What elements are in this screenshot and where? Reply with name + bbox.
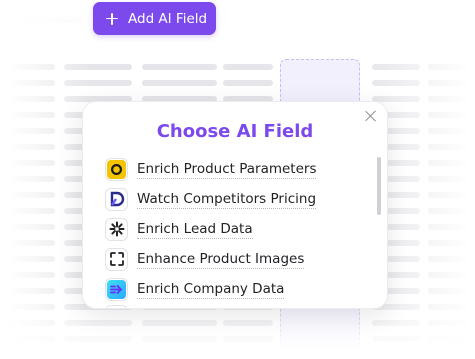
placeholder-cell (428, 80, 475, 86)
list-item-enhance-product-images[interactable]: Enhance Product Images (105, 244, 365, 274)
placeholder-cell (372, 336, 420, 342)
plus-icon (106, 12, 118, 25)
item-label: Enrich Company Data (137, 280, 285, 299)
d-logo-icon (105, 187, 128, 211)
placeholder-cell (142, 336, 217, 342)
placeholder-cell (142, 64, 217, 70)
placeholder-cell (0, 64, 55, 70)
placeholder-cell (0, 80, 55, 86)
placeholder-cell (223, 352, 273, 358)
placeholder-cell (428, 304, 475, 310)
placeholder-cell (372, 320, 420, 326)
placeholder-cell (0, 336, 55, 342)
yellow-o-icon (105, 157, 128, 181)
placeholder-cell (223, 320, 273, 326)
choose-ai-field-dialog: Choose AI Field Enrich Product Parameter… (82, 101, 388, 309)
placeholder-cell (0, 304, 55, 310)
placeholder-cell (0, 208, 55, 214)
placeholder-cell (428, 144, 475, 150)
placeholder-cell (64, 64, 132, 70)
placeholder-cell (0, 144, 55, 150)
placeholder-cell (64, 336, 132, 342)
item-label: Enrich Lead Data (137, 220, 253, 239)
arrow-logo-icon (105, 277, 128, 301)
placeholder-cell (0, 288, 55, 294)
placeholder-cell (428, 128, 475, 134)
list-item-enrich-lead-data[interactable]: Enrich Lead Data (105, 214, 365, 244)
placeholder-cell (428, 176, 475, 182)
placeholder-cell (372, 64, 420, 70)
placeholder-cell (64, 320, 132, 326)
frame-icon (105, 247, 128, 271)
placeholder-cell (0, 160, 55, 166)
placeholder-cell (0, 256, 55, 262)
dialog-title: Choose AI Field (156, 121, 314, 142)
placeholder-cell (428, 320, 475, 326)
placeholder-cell (428, 224, 475, 230)
placeholder-cell (0, 176, 55, 182)
placeholder-cell (0, 128, 55, 134)
placeholder-cell (223, 336, 273, 342)
placeholder-cell (223, 80, 273, 86)
scrollbar[interactable] (377, 157, 381, 215)
list-item-enrich-product-parameters[interactable]: Enrich Product Parameters (105, 154, 365, 184)
placeholder-cell (0, 112, 55, 118)
header-placeholder (12, 14, 82, 23)
placeholder-cell (428, 256, 475, 262)
placeholder-cell (428, 272, 475, 278)
placeholder-cell (428, 192, 475, 198)
sparkle-icon (105, 217, 128, 241)
placeholder-cell (428, 96, 475, 102)
list-item-enrich-company-data[interactable]: Enrich Company Data (105, 274, 365, 304)
placeholder-cell (0, 224, 55, 230)
placeholder-cell (428, 64, 475, 70)
placeholder-cell (0, 352, 55, 358)
placeholder-cell (428, 208, 475, 214)
placeholder-cell (428, 112, 475, 118)
item-label: Watch Competitors Pricing (137, 190, 317, 209)
placeholder-cell (428, 352, 475, 358)
ai-field-list: Enrich Product Parameters Watch Competit… (105, 154, 365, 304)
placeholder-cell (142, 352, 217, 358)
placeholder-cell (64, 352, 132, 358)
placeholder-cell (0, 240, 55, 246)
placeholder-cell (428, 160, 475, 166)
placeholder-cell (428, 288, 475, 294)
item-label: Enhance Product Images (137, 250, 305, 269)
add-ai-field-label: Add AI Field (128, 10, 208, 27)
list-item-watch-competitors-pricing[interactable]: Watch Competitors Pricing (105, 184, 365, 214)
placeholder-cell (142, 80, 217, 86)
placeholder-cell (428, 240, 475, 246)
placeholder-cell (0, 272, 55, 278)
placeholder-cell (223, 64, 273, 70)
next-item-peek (105, 305, 128, 308)
placeholder-cell (372, 80, 420, 86)
item-label: Enrich Product Parameters (137, 160, 317, 179)
placeholder-cell (142, 320, 217, 326)
placeholder-cell (0, 320, 55, 326)
placeholder-cell (0, 192, 55, 198)
placeholder-cell (0, 96, 55, 102)
add-ai-field-button[interactable]: Add AI Field (93, 2, 216, 35)
placeholder-cell (372, 352, 420, 358)
placeholder-cell (428, 336, 475, 342)
placeholder-cell (64, 80, 132, 86)
